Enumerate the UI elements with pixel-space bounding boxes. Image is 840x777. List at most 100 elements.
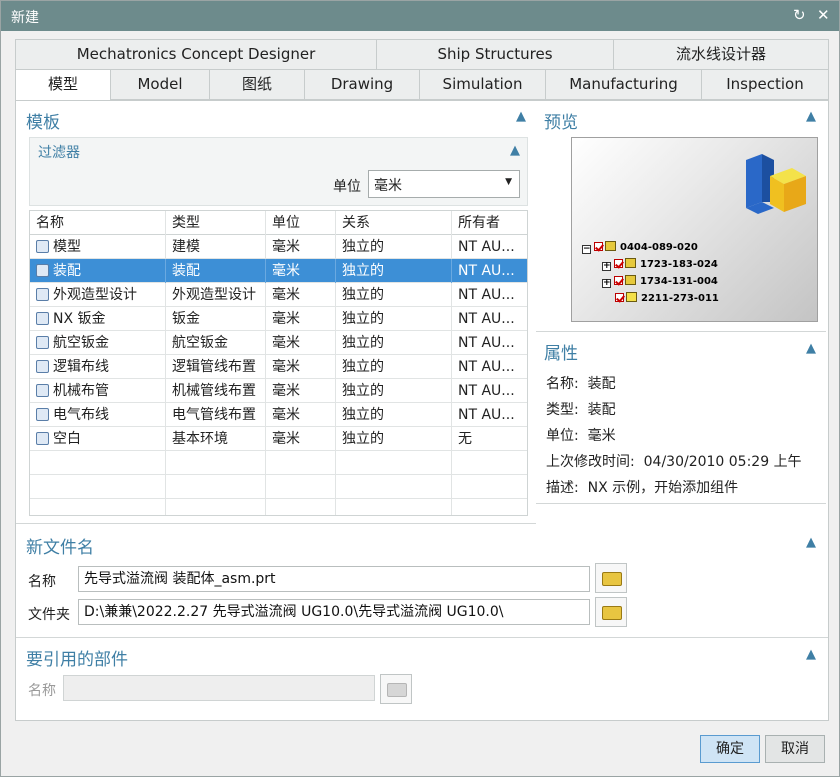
tab-drawing-cn[interactable]: 图纸	[209, 69, 305, 100]
property-description: 描述: NX 示例，开始添加组件	[546, 480, 739, 496]
table-row[interactable]: 航空钣金 航空钣金 毫米 独立的 NT AU...	[30, 331, 527, 355]
assembly-icon	[605, 241, 616, 251]
browse-name-button[interactable]	[595, 563, 627, 593]
tab-line-designer[interactable]: 流水线设计器	[613, 39, 829, 70]
cell-text: 逻辑布线	[53, 359, 109, 375]
collapse-properties-icon[interactable]: ▲	[806, 341, 816, 356]
column-header-type[interactable]: 类型	[166, 211, 266, 235]
cell-unit	[266, 475, 336, 499]
tab-simulation[interactable]: Simulation	[419, 69, 546, 100]
collapse-node-icon[interactable]: −	[582, 245, 591, 254]
unit-select[interactable]: 毫米 ▼	[368, 170, 520, 198]
tab-mechatronics[interactable]: Mechatronics Concept Designer	[15, 39, 377, 70]
tree-label: 1734-131-004	[640, 276, 718, 287]
column-header-owner[interactable]: 所有者	[452, 211, 527, 235]
browse-folder-button[interactable]	[595, 597, 627, 627]
column-header-name[interactable]: 名称	[30, 211, 166, 235]
cell-unit: 毫米	[266, 403, 336, 427]
cell-name: 航空钣金	[30, 331, 166, 355]
cell-owner: NT AU...	[452, 235, 527, 259]
checkbox-icon[interactable]	[594, 242, 603, 251]
cell-type: 航空钣金	[166, 331, 266, 355]
table-row[interactable]	[30, 499, 527, 515]
cell-unit: 毫米	[266, 283, 336, 307]
ref-parts-title: 要引用的部件	[26, 650, 128, 670]
checkbox-icon[interactable]	[614, 276, 623, 285]
checkbox-icon[interactable]	[615, 293, 624, 302]
tab-model-cn[interactable]: 模型	[15, 69, 111, 101]
cell-text: 毫米	[272, 239, 300, 255]
cell-relation: 独立的	[336, 259, 452, 283]
collapse-ref-parts-icon[interactable]: ▲	[806, 647, 816, 662]
table-row[interactable]: 电气布线 电气管线布置 毫米 独立的 NT AU...	[30, 403, 527, 427]
template-icon	[36, 432, 49, 445]
collapse-filter-icon[interactable]: ▲	[510, 143, 520, 158]
reset-icon[interactable]: ↻	[793, 6, 806, 24]
tab-manufacturing[interactable]: Manufacturing	[545, 69, 702, 100]
table-row[interactable]	[30, 475, 527, 499]
close-icon[interactable]: ✕	[817, 6, 830, 24]
expand-node-icon[interactable]: +	[602, 279, 611, 288]
divider	[16, 523, 536, 524]
tree-root[interactable]: − 0404-089-020	[582, 241, 698, 254]
tree-node[interactable]: +1723-183-024	[602, 258, 718, 271]
property-unit: 单位: 毫米	[546, 428, 616, 444]
tree-label: 1723-183-024	[640, 259, 718, 270]
template-icon	[36, 360, 49, 373]
template-icon	[36, 336, 49, 349]
part-icon	[626, 292, 637, 302]
cell-text: 毫米	[272, 335, 300, 351]
table-row[interactable]: 逻辑布线 逻辑管线布置 毫米 独立的 NT AU...	[30, 355, 527, 379]
cell-type	[166, 451, 266, 475]
table-row[interactable]: 外观造型设计 外观造型设计 毫米 独立的 NT AU...	[30, 283, 527, 307]
checkbox-icon[interactable]	[614, 259, 623, 268]
ref-name-input[interactable]	[63, 675, 375, 701]
column-header-unit[interactable]: 单位	[266, 211, 336, 235]
column-header-relation[interactable]: 关系	[336, 211, 452, 235]
template-icon	[36, 408, 49, 421]
cell-unit: 毫米	[266, 355, 336, 379]
table-row[interactable]	[30, 451, 527, 475]
cell-text: 毫米	[272, 407, 300, 423]
cell-name: 外观造型设计	[30, 283, 166, 307]
cell-relation: 独立的	[336, 379, 452, 403]
cell-relation: 独立的	[336, 331, 452, 355]
tab-model[interactable]: Model	[110, 69, 210, 100]
file-name-input[interactable]: 先导式溢流阀 装配体_asm.prt	[78, 566, 590, 592]
cell-name	[30, 475, 166, 499]
tree-label: 2211-273-011	[641, 293, 719, 304]
property-name: 名称: 装配	[546, 376, 616, 392]
table-row[interactable]: NX 钣金 钣金 毫米 独立的 NT AU...	[30, 307, 527, 331]
cell-text: NT AU...	[458, 407, 515, 423]
filter-group: 过滤器 ▲ 单位 毫米 ▼	[29, 137, 528, 206]
ok-button[interactable]: 确定	[700, 735, 760, 763]
collapse-new-file-icon[interactable]: ▲	[806, 535, 816, 550]
folder-input[interactable]: D:\兼兼\2022.2.27 先导式溢流阀 UG10.0\先导式溢流阀 UG1…	[78, 599, 590, 625]
cell-text: 毫米	[272, 383, 300, 399]
cancel-button[interactable]: 取消	[765, 735, 825, 763]
templates-table: 名称 类型 单位 关系 所有者 模型 建模 毫米 独立的 NT AU... 装配 装配 毫米独…	[29, 210, 528, 516]
cell-owner	[452, 475, 527, 499]
collapse-preview-icon[interactable]: ▲	[806, 109, 816, 124]
tree-node[interactable]: +1734-131-004	[602, 275, 718, 288]
cell-text: 毫米	[272, 287, 300, 303]
expand-node-icon[interactable]: +	[602, 262, 611, 271]
cell-text: NT AU...	[458, 311, 515, 327]
table-row[interactable]: 模型 建模 毫米 独立的 NT AU...	[30, 235, 527, 259]
assembly-logo-icon	[746, 154, 806, 214]
new-file-title: 新文件名	[26, 538, 94, 558]
tab-drawing[interactable]: Drawing	[304, 69, 420, 100]
tab-ship-structures[interactable]: Ship Structures	[376, 39, 614, 70]
table-row[interactable]: 机械布管 机械管线布置 毫米 独立的 NT AU...	[30, 379, 527, 403]
tab-strip: Mechatronics Concept Designer Ship Struc…	[15, 39, 829, 101]
cell-owner	[452, 499, 527, 515]
browse-ref-button[interactable]	[380, 674, 412, 704]
tree-node[interactable]: 2211-273-011	[615, 292, 719, 304]
tab-inspection[interactable]: Inspection	[701, 69, 829, 100]
cell-name: NX 钣金	[30, 307, 166, 331]
cell-text: 机械布管	[53, 383, 109, 399]
cell-type: 钣金	[166, 307, 266, 331]
table-row[interactable]: 装配 装配 毫米 独立的 NT AU...	[30, 259, 527, 283]
collapse-templates-icon[interactable]: ▲	[516, 109, 526, 124]
table-row[interactable]: 空白 基本环境 毫米 独立的 无	[30, 427, 527, 451]
